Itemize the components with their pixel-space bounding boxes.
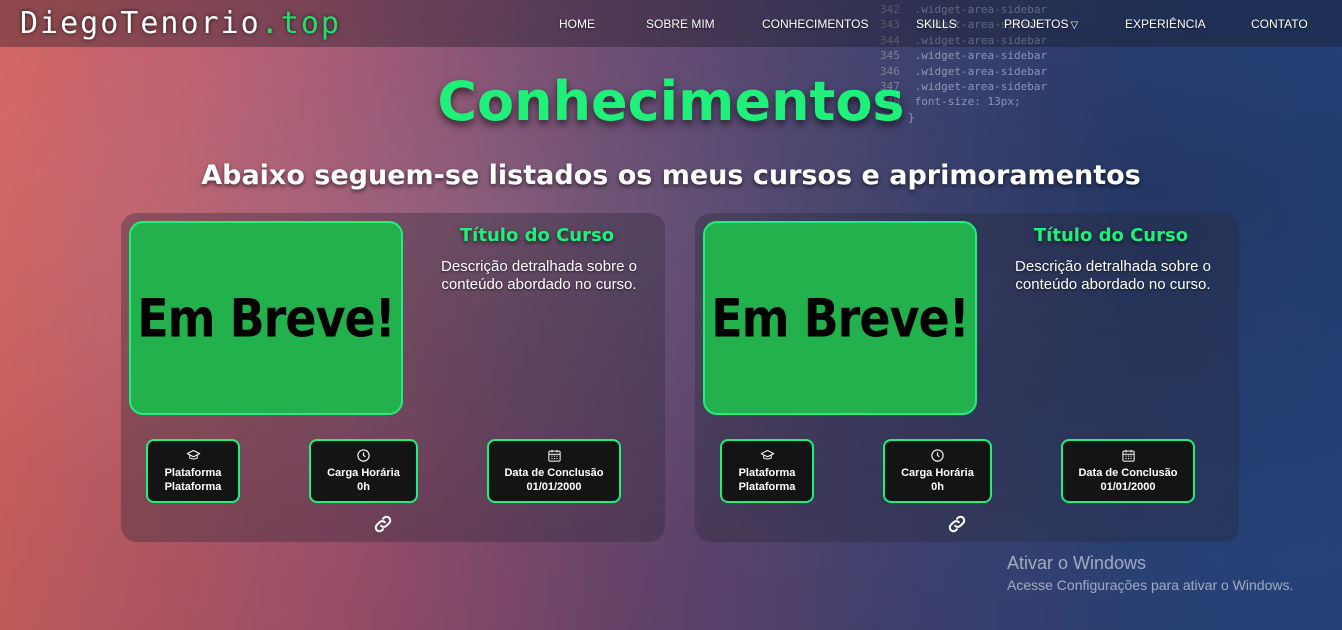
graduation-cap-icon	[186, 450, 200, 460]
course-image: Em Breve!	[129, 221, 403, 415]
watermark-title: Ativar o Windows	[1007, 553, 1147, 573]
page-subtitle: Abaixo seguem-se listados os meus cursos…	[201, 160, 1141, 191]
code-line-text: .widget-area-sidebar	[908, 49, 1048, 63]
hours-label: Carga Horária	[901, 467, 974, 479]
course-card: Em Breve! Título do Curso Descrição detr…	[121, 213, 665, 542]
main-nav: HOME SOBRE MIM CONHECIMENTOS SKILLS PROJ…	[0, 17, 1342, 33]
clock-icon	[931, 449, 944, 462]
course-image-text: Em Breve!	[137, 286, 395, 350]
page-title: Conhecimentos	[437, 70, 905, 133]
nav-item-experiencia[interactable]: EXPERIÊNCIA	[1125, 17, 1206, 31]
date-info-box: Data de Conclusão 01/01/2000	[487, 439, 621, 503]
hours-value: 0h	[931, 481, 944, 493]
platform-label: Plataforma	[164, 467, 222, 479]
course-card: Em Breve! Título do Curso Descrição detr…	[695, 213, 1239, 542]
date-value: 01/01/2000	[526, 481, 582, 493]
date-label: Data de Conclusão	[504, 467, 604, 479]
date-label: Data de Conclusão	[1078, 467, 1178, 479]
hours-info-box: Carga Horária 0h	[883, 439, 992, 503]
course-image: Em Breve!	[703, 221, 977, 415]
nav-item-projetos[interactable]: PROJETOS ▽	[1004, 17, 1078, 31]
date-info-box: Data de Conclusão 01/01/2000	[1061, 439, 1195, 503]
graduation-cap-icon	[760, 450, 774, 460]
course-title: Título do Curso	[1033, 225, 1189, 246]
platform-value: Plataforma	[738, 481, 796, 493]
nav-item-projetos-label: PROJETOS	[1004, 17, 1069, 31]
course-title: Título do Curso	[459, 225, 615, 246]
hours-label: Carga Horária	[327, 467, 400, 479]
course-description: Descrição detralhada sobre o conteúdo ab…	[441, 258, 637, 293]
nav-item-skills[interactable]: SKILLS	[916, 17, 957, 31]
code-line: 345 .widget-area-sidebar	[880, 48, 1140, 63]
code-line-number: 345	[880, 49, 900, 63]
calendar-icon	[1121, 449, 1135, 462]
platform-info-box: Plataforma Plataforma	[720, 439, 814, 503]
windows-activation-watermark: Ativar o Windows Acesse Configurações pa…	[1007, 553, 1293, 593]
link-icon[interactable]	[372, 513, 394, 535]
course-image-text: Em Breve!	[711, 286, 969, 350]
date-value: 01/01/2000	[1100, 481, 1156, 493]
clock-icon	[357, 449, 370, 462]
platform-info-box: Plataforma Plataforma	[146, 439, 240, 503]
site-header: DiegoTenorio.top HOME SOBRE MIM CONHECIM…	[0, 0, 1342, 47]
watermark-subtitle: Acesse Configurações para ativar o Windo…	[1007, 577, 1294, 593]
chevron-down-icon: ▽	[1070, 20, 1079, 31]
hours-info-box: Carga Horária 0h	[309, 439, 418, 503]
course-description: Descrição detralhada sobre o conteúdo ab…	[1015, 258, 1211, 293]
hours-value: 0h	[357, 481, 370, 493]
nav-item-sobre-mim[interactable]: SOBRE MIM	[646, 17, 715, 31]
platform-label: Plataforma	[738, 467, 796, 479]
nav-item-conhecimentos[interactable]: CONHECIMENTOS	[762, 17, 868, 31]
link-icon[interactable]	[946, 513, 968, 535]
calendar-icon	[547, 449, 561, 462]
nav-item-home[interactable]: HOME	[559, 17, 595, 31]
nav-item-contato[interactable]: CONTATO	[1251, 17, 1308, 31]
platform-value: Plataforma	[164, 481, 222, 493]
